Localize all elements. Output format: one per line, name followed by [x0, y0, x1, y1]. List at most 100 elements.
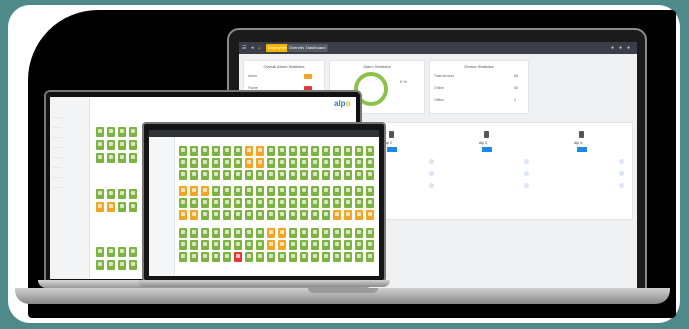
seat-tile[interactable]	[366, 228, 374, 238]
seat-tile[interactable]	[190, 240, 198, 250]
seat-tile[interactable]	[201, 146, 209, 156]
seat-tile[interactable]	[245, 198, 253, 208]
seat-tile[interactable]	[333, 170, 341, 180]
seat-tile[interactable]	[278, 240, 286, 250]
seat-tile[interactable]	[344, 240, 352, 250]
sidebar-item[interactable]: ·········	[53, 185, 62, 189]
seat-tile[interactable]	[344, 146, 352, 156]
seat-tile[interactable]	[267, 186, 275, 196]
seat-tile[interactable]	[129, 202, 137, 212]
seat-tile[interactable]	[278, 228, 286, 238]
seat-tile[interactable]	[344, 228, 352, 238]
seat-tile[interactable]	[245, 146, 253, 156]
seat-tile[interactable]	[118, 189, 126, 199]
seat-tile[interactable]	[234, 170, 242, 180]
seat-tile[interactable]	[278, 252, 286, 262]
seat-tile[interactable]	[300, 228, 308, 238]
seat-tile[interactable]	[366, 252, 374, 262]
seat-tile[interactable]	[278, 210, 286, 220]
seat-tile[interactable]	[234, 186, 242, 196]
seat-tile[interactable]	[223, 252, 231, 262]
seat-tile[interactable]	[118, 153, 126, 163]
seat-tile[interactable]	[278, 158, 286, 168]
seat-tile[interactable]	[118, 247, 126, 257]
seat-tile[interactable]	[333, 228, 341, 238]
seat-tile[interactable]	[234, 228, 242, 238]
seat-tile[interactable]	[300, 240, 308, 250]
seat-tile[interactable]	[267, 170, 275, 180]
seat-tile[interactable]	[322, 170, 330, 180]
seat-tile[interactable]	[267, 210, 275, 220]
seat-tile[interactable]	[223, 198, 231, 208]
sidebar-item[interactable]: ·········	[53, 115, 62, 119]
seat-tile[interactable]	[179, 228, 187, 238]
seat-tile[interactable]	[223, 240, 231, 250]
seat-tile[interactable]	[190, 186, 198, 196]
seat-tile[interactable]	[179, 186, 187, 196]
seat-tile[interactable]	[234, 210, 242, 220]
seat-tile[interactable]	[278, 146, 286, 156]
seat-tile[interactable]	[311, 228, 319, 238]
seat-tile[interactable]	[179, 170, 187, 180]
seat-tile[interactable]	[96, 202, 104, 212]
seat-tile[interactable]	[129, 189, 137, 199]
sidebar-item[interactable]: ·········	[53, 125, 62, 129]
seat-tile[interactable]	[289, 170, 297, 180]
seat-tile[interactable]	[212, 186, 220, 196]
seat-tile[interactable]	[212, 228, 220, 238]
seat-tile[interactable]	[289, 186, 297, 196]
seat-tile[interactable]	[190, 198, 198, 208]
seat-tile[interactable]	[366, 170, 374, 180]
seat-tile[interactable]	[96, 127, 104, 137]
dashboard-button[interactable]: Dashboard	[304, 44, 328, 52]
seat-tile[interactable]	[201, 198, 209, 208]
sidebar-item[interactable]: ·········	[53, 135, 62, 139]
seat-tile[interactable]	[223, 146, 231, 156]
seat-tile[interactable]	[245, 210, 253, 220]
seat-tile[interactable]	[212, 198, 220, 208]
seat-tile[interactable]	[355, 228, 363, 238]
seat-tile[interactable]	[256, 240, 264, 250]
seat-tile[interactable]	[223, 158, 231, 168]
seat-tile[interactable]	[344, 210, 352, 220]
seat-tile[interactable]	[300, 158, 308, 168]
seat-tile[interactable]	[256, 158, 264, 168]
seat-tile[interactable]	[234, 198, 242, 208]
seat-tile[interactable]	[311, 158, 319, 168]
seat-tile[interactable]	[245, 252, 253, 262]
seat-tile[interactable]	[96, 189, 104, 199]
seat-tile[interactable]	[223, 228, 231, 238]
seat-tile[interactable]	[278, 186, 286, 196]
seat-tile[interactable]	[267, 240, 275, 250]
seat-tile[interactable]	[289, 146, 297, 156]
seat-tile[interactable]	[129, 260, 137, 270]
seat-tile[interactable]	[256, 210, 264, 220]
seat-tile[interactable]	[366, 198, 374, 208]
seat-tile[interactable]	[311, 186, 319, 196]
seat-tile[interactable]	[355, 252, 363, 262]
seat-tile[interactable]	[190, 170, 198, 180]
sidebar-item[interactable]: ·········	[53, 175, 62, 179]
seat-tile[interactable]	[355, 210, 363, 220]
seat-tile[interactable]	[289, 210, 297, 220]
seat-tile[interactable]	[366, 240, 374, 250]
seat-tile[interactable]	[245, 170, 253, 180]
seat-tile[interactable]	[289, 240, 297, 250]
seat-tile[interactable]	[366, 210, 374, 220]
device-badge[interactable]	[387, 147, 397, 152]
seat-tile[interactable]	[322, 158, 330, 168]
seat-tile[interactable]	[256, 228, 264, 238]
seat-tile[interactable]	[300, 146, 308, 156]
sidebar-item[interactable]: ·········	[53, 165, 62, 169]
seat-tile[interactable]	[355, 146, 363, 156]
seat-tile[interactable]	[267, 228, 275, 238]
seat-tile[interactable]	[179, 158, 187, 168]
device-badge[interactable]	[482, 147, 492, 152]
seat-tile[interactable]	[344, 252, 352, 262]
seat-tile[interactable]	[107, 153, 115, 163]
seat-tile[interactable]	[179, 210, 187, 220]
seat-tile[interactable]	[107, 140, 115, 150]
seat-tile[interactable]	[212, 240, 220, 250]
seat-tile[interactable]	[300, 252, 308, 262]
seat-tile[interactable]	[223, 170, 231, 180]
